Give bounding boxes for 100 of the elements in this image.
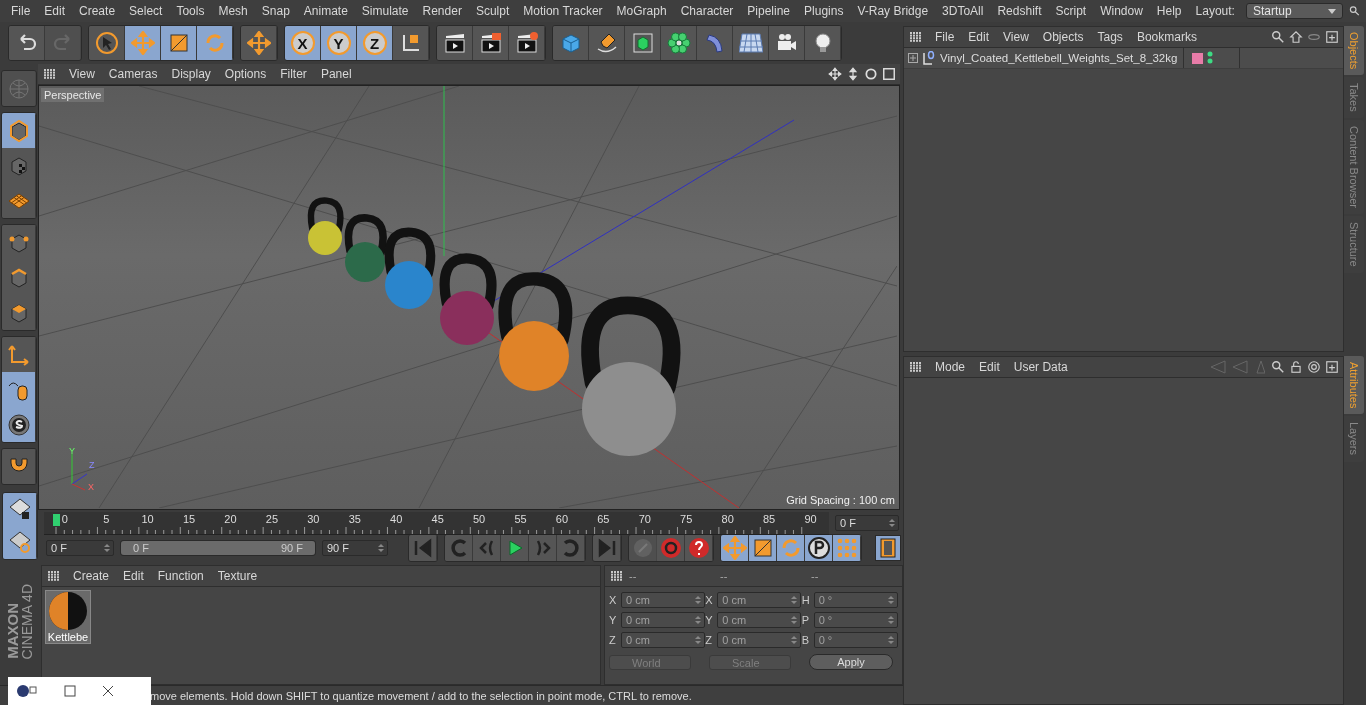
menu-item[interactable]: Redshift [990,4,1049,18]
menu-item[interactable]: Edit [972,360,1007,374]
cube-button[interactable] [553,26,589,60]
grid-lock-button[interactable] [3,492,37,526]
menu-item[interactable]: MoGraph [609,4,674,18]
menu-item[interactable]: View [996,30,1036,44]
search-icon[interactable] [1271,30,1285,44]
coordinate-field[interactable]: 0 cm [621,592,705,608]
coordinate-field[interactable]: 0 cm [717,592,802,608]
menu-item[interactable]: Create [72,4,123,18]
menu-item[interactable]: Sculpt [468,4,517,18]
scale-button[interactable] [749,535,777,561]
timeline-ruler[interactable]: 0 5 10 15 20 25 30 35 40 45 50 55 60 65 70 75 80 85 90 [44,512,829,535]
new-panel-icon[interactable] [1325,360,1339,374]
menu-item[interactable]: Script [1048,4,1094,18]
menu-item[interactable]: Render [415,4,469,18]
model-mode-button[interactable] [2,113,36,148]
menu-item[interactable]: Animate [296,4,355,18]
move-button[interactable] [721,535,749,561]
menu-item[interactable]: File [928,30,962,44]
render-button[interactable] [437,26,473,60]
camera-button[interactable] [769,26,805,60]
perspective-viewport[interactable]: Perspective Y Z X Grid Spacing : 100 cm [38,84,900,510]
light-button[interactable] [805,26,841,60]
points-mode-button[interactable] [2,225,36,260]
visibility-dots-icon[interactable] [1207,51,1214,65]
menu-item[interactable]: Tags [1090,30,1130,44]
scale-button[interactable] [161,26,197,60]
maximize-icon[interactable] [64,685,76,697]
magnet-button[interactable] [2,449,36,484]
menu-item[interactable]: User Data [1006,360,1075,374]
pan-icon[interactable] [828,66,842,81]
search-icon[interactable] [1271,360,1285,374]
menu-item[interactable]: Bookmarks [1129,30,1204,44]
menu-item[interactable]: File [4,4,38,18]
menu-item[interactable]: Display [164,66,218,81]
menu-item[interactable]: Pipeline [740,4,798,18]
move-button[interactable] [241,26,277,60]
select-button[interactable] [89,26,125,60]
object-row[interactable]: Vinyl_Coated_Kettlebell_Weights_Set_8_32kg [904,48,1343,69]
search-icon[interactable] [1348,4,1360,18]
orbit-icon[interactable] [864,66,878,81]
subdivision-button[interactable] [625,26,661,60]
render-settings-button[interactable] [509,26,545,60]
coordinate-field[interactable]: 0 ° [813,612,898,628]
new-panel-icon[interactable] [1325,30,1339,44]
menu-item[interactable]: Edit [37,4,73,18]
layout-dropdown[interactable]: Startup [1245,3,1343,19]
layer-color-swatch[interactable] [1192,52,1204,64]
menu-item[interactable]: V-Ray Bridge [850,4,936,18]
undo-button[interactable] [9,26,45,60]
menu-item[interactable]: Tools [169,4,212,18]
start-frame-field[interactable]: 0 F [46,540,114,556]
workplane-mode-button[interactable] [2,183,36,218]
coordinate-field[interactable]: 0 cm [621,612,705,628]
axis-lock-button[interactable]: X [285,26,321,60]
help-button[interactable] [685,535,713,561]
menu-item[interactable]: Mode [928,360,973,374]
axis-lock-button[interactable]: Z [357,26,393,60]
menu-item[interactable]: Filter [273,66,314,81]
menu-item[interactable]: Function [150,569,211,583]
apply-button[interactable]: Apply [809,654,893,670]
timeline-button[interactable] [875,535,901,561]
floor-button[interactable] [733,26,769,60]
grid-rotate-button[interactable] [3,525,37,559]
menu-item[interactable]: Simulate [354,4,416,18]
polygons-mode-button[interactable] [2,295,36,330]
menu-item[interactable]: Options [217,66,274,81]
home-icon[interactable] [1289,30,1303,44]
target-icon[interactable] [1307,360,1321,374]
playhead[interactable] [52,514,60,526]
coordinate-field[interactable]: 0 cm [717,612,802,628]
menu-item[interactable]: Panel [313,66,359,81]
menu-item[interactable]: Objects [1035,30,1091,44]
menu-item[interactable]: Edit [116,569,151,583]
deformer-button[interactable] [697,26,733,60]
menu-item[interactable]: Create [66,569,117,583]
pen-button[interactable] [589,26,625,60]
coordinate-field[interactable]: 0 ° [813,632,898,648]
axis-lock-button[interactable]: Y [321,26,357,60]
move-button[interactable] [125,26,161,60]
maximize-icon[interactable] [882,66,896,81]
coordinate-field[interactable]: 0 cm [621,632,705,648]
menu-item[interactable]: Snap [254,4,297,18]
parameter-button[interactable] [805,535,833,561]
coordinate-field[interactable]: 0 ° [813,592,898,608]
coordinate-system-button[interactable] [393,26,429,60]
cloner-button[interactable] [661,26,697,60]
coordinate-field[interactable]: 0 cm [717,632,802,648]
menu-item[interactable]: Plugins [797,4,851,18]
menu-item[interactable]: Window [1093,4,1150,18]
app-restore-icon[interactable] [16,684,38,698]
menu-item[interactable]: Texture [210,569,265,583]
zoom-arrows-icon[interactable] [846,66,860,81]
render-view-button[interactable] [473,26,509,60]
menu-item[interactable]: View [62,66,102,81]
menu-item[interactable]: Edit [961,30,997,44]
texture-mode-button[interactable] [2,148,36,183]
end-frame-field[interactable]: 90 F [322,540,388,556]
menu-item[interactable]: Select [122,4,170,18]
